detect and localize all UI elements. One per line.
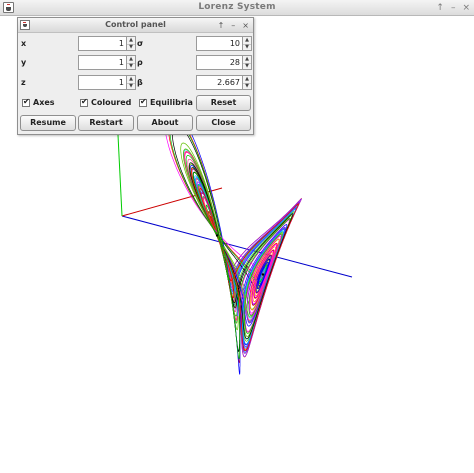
- y-label: y: [21, 58, 27, 67]
- y-field[interactable]: 1: [78, 55, 127, 70]
- panel-close-button[interactable]: ×: [242, 19, 249, 32]
- axes-checkbox-label: Axes: [33, 98, 55, 107]
- control-panel-titlebar[interactable]: Control panel ↑ – ×: [18, 18, 253, 33]
- window-close-button[interactable]: ×: [462, 1, 470, 15]
- window-raise-button[interactable]: ↑: [436, 1, 444, 15]
- z-field[interactable]: 1: [78, 75, 127, 90]
- about-button[interactable]: About: [137, 115, 193, 131]
- axes-checkbox[interactable]: Axes: [22, 97, 55, 107]
- beta-decrement-icon[interactable]: ▼: [243, 83, 251, 90]
- x-label: x: [21, 39, 27, 48]
- x-decrement-icon[interactable]: ▼: [127, 44, 135, 51]
- rho-field[interactable]: 28: [196, 55, 243, 70]
- beta-field[interactable]: 2.667: [196, 75, 243, 90]
- x-field[interactable]: 1: [78, 36, 127, 51]
- coloured-checkbox[interactable]: Coloured: [80, 97, 132, 107]
- equilibria-checkbox[interactable]: Equilibria: [139, 97, 193, 107]
- sigma-label: σ: [137, 39, 144, 48]
- checkbox-checked-icon[interactable]: [139, 97, 147, 107]
- sigma-field[interactable]: 10: [196, 36, 243, 51]
- resume-button[interactable]: Resume: [20, 115, 76, 131]
- z-label: z: [21, 78, 26, 87]
- restart-button[interactable]: Restart: [78, 115, 134, 131]
- reset-button[interactable]: Reset: [196, 95, 251, 111]
- equilibrium-point: [215, 234, 219, 237]
- z-decrement-icon[interactable]: ▼: [127, 83, 135, 90]
- panel-minimize-button[interactable]: –: [231, 19, 235, 32]
- window-minimize-button[interactable]: –: [451, 1, 456, 15]
- coloured-checkbox-label: Coloured: [91, 98, 132, 107]
- rho-label: ρ: [137, 58, 143, 67]
- window-title: Lorenz System: [198, 2, 276, 12]
- rho-decrement-icon[interactable]: ▼: [243, 63, 251, 70]
- trajectory-segment: [167, 115, 266, 363]
- beta-label: β: [137, 78, 143, 87]
- equilibria-checkbox-label: Equilibria: [150, 98, 193, 107]
- z-axis-line: [117, 134, 123, 217]
- checkbox-checked-icon[interactable]: [80, 97, 88, 107]
- control-panel: Control panel ↑ – × x 1 ▲ ▼ σ 10 ▲ ▼ y 1…: [17, 17, 254, 135]
- window-titlebar: Lorenz System ↑ – ×: [0, 0, 474, 16]
- sigma-decrement-icon[interactable]: ▼: [243, 44, 251, 51]
- y-decrement-icon[interactable]: ▼: [127, 63, 135, 70]
- checkbox-checked-icon[interactable]: [22, 97, 30, 107]
- close-button[interactable]: Close: [196, 115, 251, 131]
- equilibrium-point: [261, 273, 265, 276]
- panel-raise-button[interactable]: ↑: [218, 19, 225, 32]
